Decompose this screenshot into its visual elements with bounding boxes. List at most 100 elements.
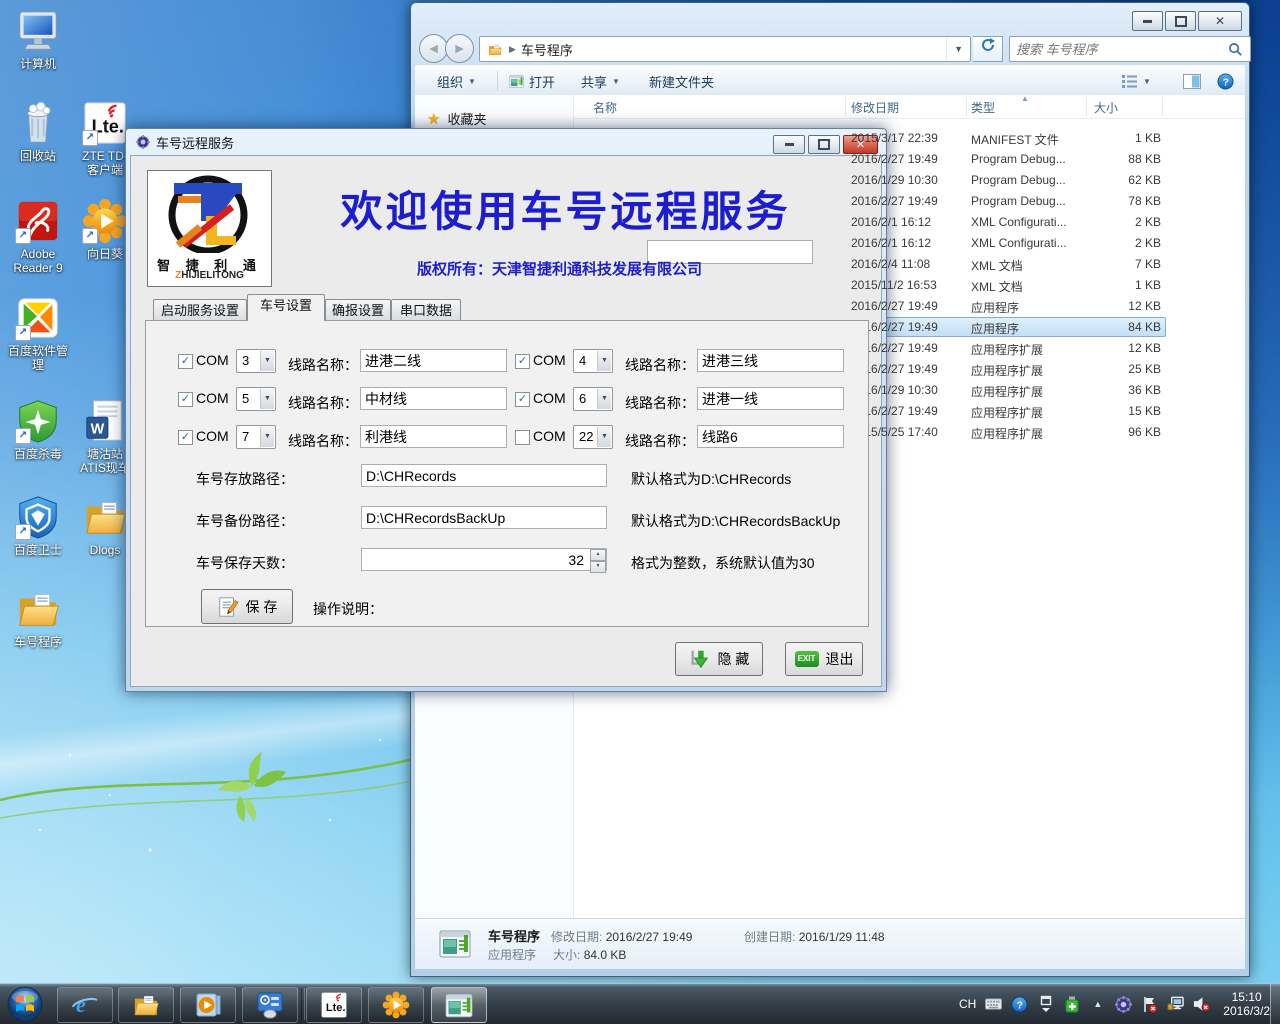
help-icon: ? xyxy=(1217,73,1234,90)
taskbar-control-app-button[interactable] xyxy=(242,987,298,1023)
com6-port-select[interactable]: 6▼ xyxy=(573,387,613,411)
com5-port-select[interactable]: 5▼ xyxy=(236,387,276,411)
desktop-icon-adobe-reader[interactable]: ↗ AdobeReader 9 xyxy=(0,198,76,275)
hide-button[interactable]: 隐 藏 xyxy=(675,642,763,676)
exit-button[interactable]: EXIT 退出 xyxy=(785,642,863,676)
chevron-down-icon[interactable]: ▼ xyxy=(260,351,274,371)
com3-checkbox[interactable]: ✓ xyxy=(178,354,193,369)
com-label: COM xyxy=(196,390,229,406)
ime-toolbar-icon[interactable] xyxy=(1037,996,1054,1013)
desktop-icon-baidu-guard[interactable]: ↗ 百度卫士 xyxy=(0,494,76,557)
close-button[interactable]: ✕ xyxy=(1198,11,1242,31)
desktop-icon-computer[interactable]: 计算机 xyxy=(0,8,76,71)
command-bar: 组织▼ 打开 共享▼ 新建文件夹 ▼ ? xyxy=(415,65,1245,97)
retention-days-input[interactable] xyxy=(361,548,607,571)
spinner-down-icon[interactable]: ▼ xyxy=(590,561,606,573)
com7-checkbox[interactable]: ✓ xyxy=(178,430,193,445)
search-box[interactable] xyxy=(1009,36,1251,62)
desktop-icon-chehao-folder[interactable]: 车号程序 xyxy=(0,586,76,649)
ime-help-icon[interactable]: ? xyxy=(1011,996,1028,1013)
new-folder-button[interactable]: 新建文件夹 xyxy=(643,66,720,96)
com6-checkbox[interactable]: ✓ xyxy=(515,392,530,407)
minimize-button[interactable] xyxy=(773,135,805,154)
taskbar-sunflower-button[interactable] xyxy=(368,987,424,1023)
forward-button[interactable]: ► xyxy=(445,34,474,63)
minimize-button[interactable] xyxy=(1132,11,1163,31)
storage-path-input[interactable] xyxy=(361,464,607,487)
taskbar-media-player-button[interactable] xyxy=(180,987,236,1023)
lte-icon xyxy=(320,991,348,1019)
line-name-input-com7[interactable] xyxy=(360,425,507,448)
back-button[interactable]: ◄ xyxy=(419,34,448,63)
tray-clock[interactable]: 15:10 2016/3/2 xyxy=(1223,990,1270,1018)
com3-port-select[interactable]: 3▼ xyxy=(236,349,276,373)
column-header-name[interactable]: 名称 xyxy=(593,99,617,116)
address-dropdown-icon[interactable]: ▼ xyxy=(946,38,970,60)
sunflower-icon: ↗ xyxy=(82,198,128,244)
line-name-input-com4[interactable] xyxy=(697,349,844,372)
chevron-down-icon[interactable]: ▼ xyxy=(597,427,611,447)
search-icon[interactable] xyxy=(1228,42,1243,57)
search-input[interactable] xyxy=(1010,42,1228,57)
taskbar-chehao-app-button[interactable] xyxy=(431,987,487,1023)
taskbar-explorer-button[interactable] xyxy=(118,987,174,1023)
com5-checkbox[interactable]: ✓ xyxy=(178,392,193,407)
start-button[interactable] xyxy=(2,985,48,1023)
tab-vehicle-number-settings[interactable]: 车号设置 xyxy=(247,294,325,321)
column-header-type[interactable]: 类型 xyxy=(971,99,995,116)
taskbar-ie-button[interactable]: e xyxy=(57,987,113,1023)
chevron-down-icon[interactable]: ▼ xyxy=(260,427,274,447)
breadcrumb-chevron-icon: ▶ xyxy=(509,44,516,55)
desktop-icon-recycle-bin[interactable]: 回收站 xyxy=(0,100,76,163)
action-center-flag-icon[interactable] xyxy=(1141,996,1158,1013)
tab-confirm-settings[interactable]: 确报设置 xyxy=(325,299,391,321)
chevron-down-icon[interactable]: ▼ xyxy=(260,389,274,409)
usb-device-icon[interactable] xyxy=(1063,996,1080,1013)
keyboard-icon[interactable] xyxy=(985,996,1002,1013)
copyright-text: 版权所有：天津智捷利通科技发展有限公司 xyxy=(417,258,702,279)
refresh-icon xyxy=(980,37,996,53)
desktop-icon-baidu-antivirus[interactable]: ↗ 百度杀毒 xyxy=(0,398,76,461)
retention-days-spinner[interactable]: ▲ ▼ xyxy=(590,549,606,570)
backup-path-input[interactable] xyxy=(361,506,607,529)
folder-icon xyxy=(82,494,128,540)
help-button[interactable]: ? xyxy=(1211,66,1240,96)
spinner-up-icon[interactable]: ▲ xyxy=(590,549,606,561)
restore-button[interactable] xyxy=(1165,11,1196,31)
line-name-input-com6[interactable] xyxy=(697,387,844,410)
line-name-input-com5[interactable] xyxy=(360,387,507,410)
tab-serial-data[interactable]: 串口数据 xyxy=(391,299,461,321)
com7-port-select[interactable]: 7▼ xyxy=(236,425,276,449)
preview-pane-button[interactable] xyxy=(1177,66,1207,96)
taskbar-zte-button[interactable] xyxy=(306,987,362,1023)
network-icon[interactable] xyxy=(1167,996,1184,1013)
com22-port-select[interactable]: 22▼ xyxy=(573,425,613,449)
show-hidden-icons-button[interactable]: ▲ xyxy=(1089,996,1106,1013)
organize-menu[interactable]: 组织▼ xyxy=(431,66,482,96)
refresh-button[interactable] xyxy=(973,36,1003,62)
chevron-down-icon[interactable]: ▼ xyxy=(597,351,611,371)
show-desktop-button[interactable] xyxy=(1270,984,1280,1024)
restore-button[interactable] xyxy=(808,135,840,154)
volume-muted-icon[interactable] xyxy=(1193,996,1210,1013)
share-menu[interactable]: 共享▼ xyxy=(575,66,626,96)
com4-checkbox[interactable]: ✓ xyxy=(515,354,530,369)
chehao-tray-gear-icon[interactable] xyxy=(1115,996,1132,1013)
com22-checkbox[interactable] xyxy=(515,430,530,445)
com4-port-select[interactable]: 4▼ xyxy=(573,349,613,373)
views-button[interactable]: ▼ xyxy=(1115,66,1157,96)
open-button[interactable]: 打开 xyxy=(503,66,561,96)
address-bar[interactable]: ▶ 车号程序 ▼ xyxy=(479,36,971,62)
ime-language-indicator[interactable]: CH xyxy=(959,997,976,1011)
line-name-input-com22[interactable] xyxy=(697,425,844,448)
column-header-size[interactable]: 大小 xyxy=(1094,99,1118,116)
desktop-icon-label: 回收站 xyxy=(0,149,76,163)
save-button[interactable]: 保 存 xyxy=(201,589,293,624)
column-header-modified[interactable]: 修改日期 xyxy=(851,99,899,116)
line-name-input-com3[interactable] xyxy=(360,349,507,372)
desktop-icon-baidu-manager[interactable]: ↗ 百度软件管理 xyxy=(0,295,76,372)
sidebar-item-favorites[interactable]: ★ 收藏夹 xyxy=(427,109,486,128)
size-value: 84.0 KB xyxy=(584,948,627,962)
chevron-down-icon[interactable]: ▼ xyxy=(597,389,611,409)
tab-startup-settings[interactable]: 启动服务设置 xyxy=(153,299,247,321)
